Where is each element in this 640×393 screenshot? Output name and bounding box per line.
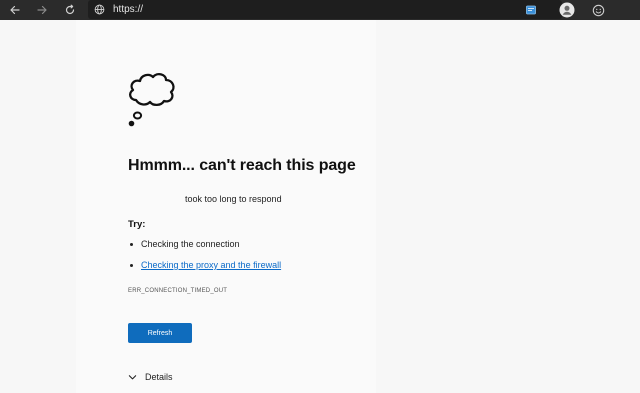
chevron-down-icon (128, 373, 137, 382)
address-bar[interactable]: https:// (88, 0, 562, 19)
forward-arrow-icon[interactable] (32, 0, 52, 20)
page-viewport (0, 20, 640, 393)
address-text[interactable]: https:// (113, 4, 143, 15)
profile-icon[interactable] (557, 0, 577, 20)
feedback-smiley-icon[interactable] (588, 0, 608, 20)
details-toggle[interactable]: Details (128, 372, 173, 382)
error-description: took too long to respond (185, 194, 282, 204)
try-heading: Try: (128, 219, 146, 230)
back-arrow-icon[interactable] (5, 0, 25, 20)
refresh-button[interactable]: Refresh (128, 323, 192, 343)
refresh-button-label: Refresh (147, 329, 173, 337)
error-content-area (76, 20, 376, 393)
details-label: Details (145, 372, 173, 382)
globe-icon (94, 4, 105, 15)
refresh-icon[interactable] (60, 0, 80, 20)
browser-toolbar: https:// (0, 0, 640, 20)
bullet-icon (130, 264, 133, 267)
thought-cloud-icon (126, 60, 178, 135)
collections-icon[interactable] (521, 0, 541, 20)
error-code: ERR_CONNECTION_TIMED_OUT (128, 288, 228, 294)
bullet-icon (130, 243, 133, 246)
page-title: Hmmm... can't reach this page (128, 157, 356, 174)
suggestion-proxy-firewall-link[interactable]: Checking the proxy and the firewall (141, 260, 281, 270)
suggestion-check-connection: Checking the connection (141, 239, 240, 249)
